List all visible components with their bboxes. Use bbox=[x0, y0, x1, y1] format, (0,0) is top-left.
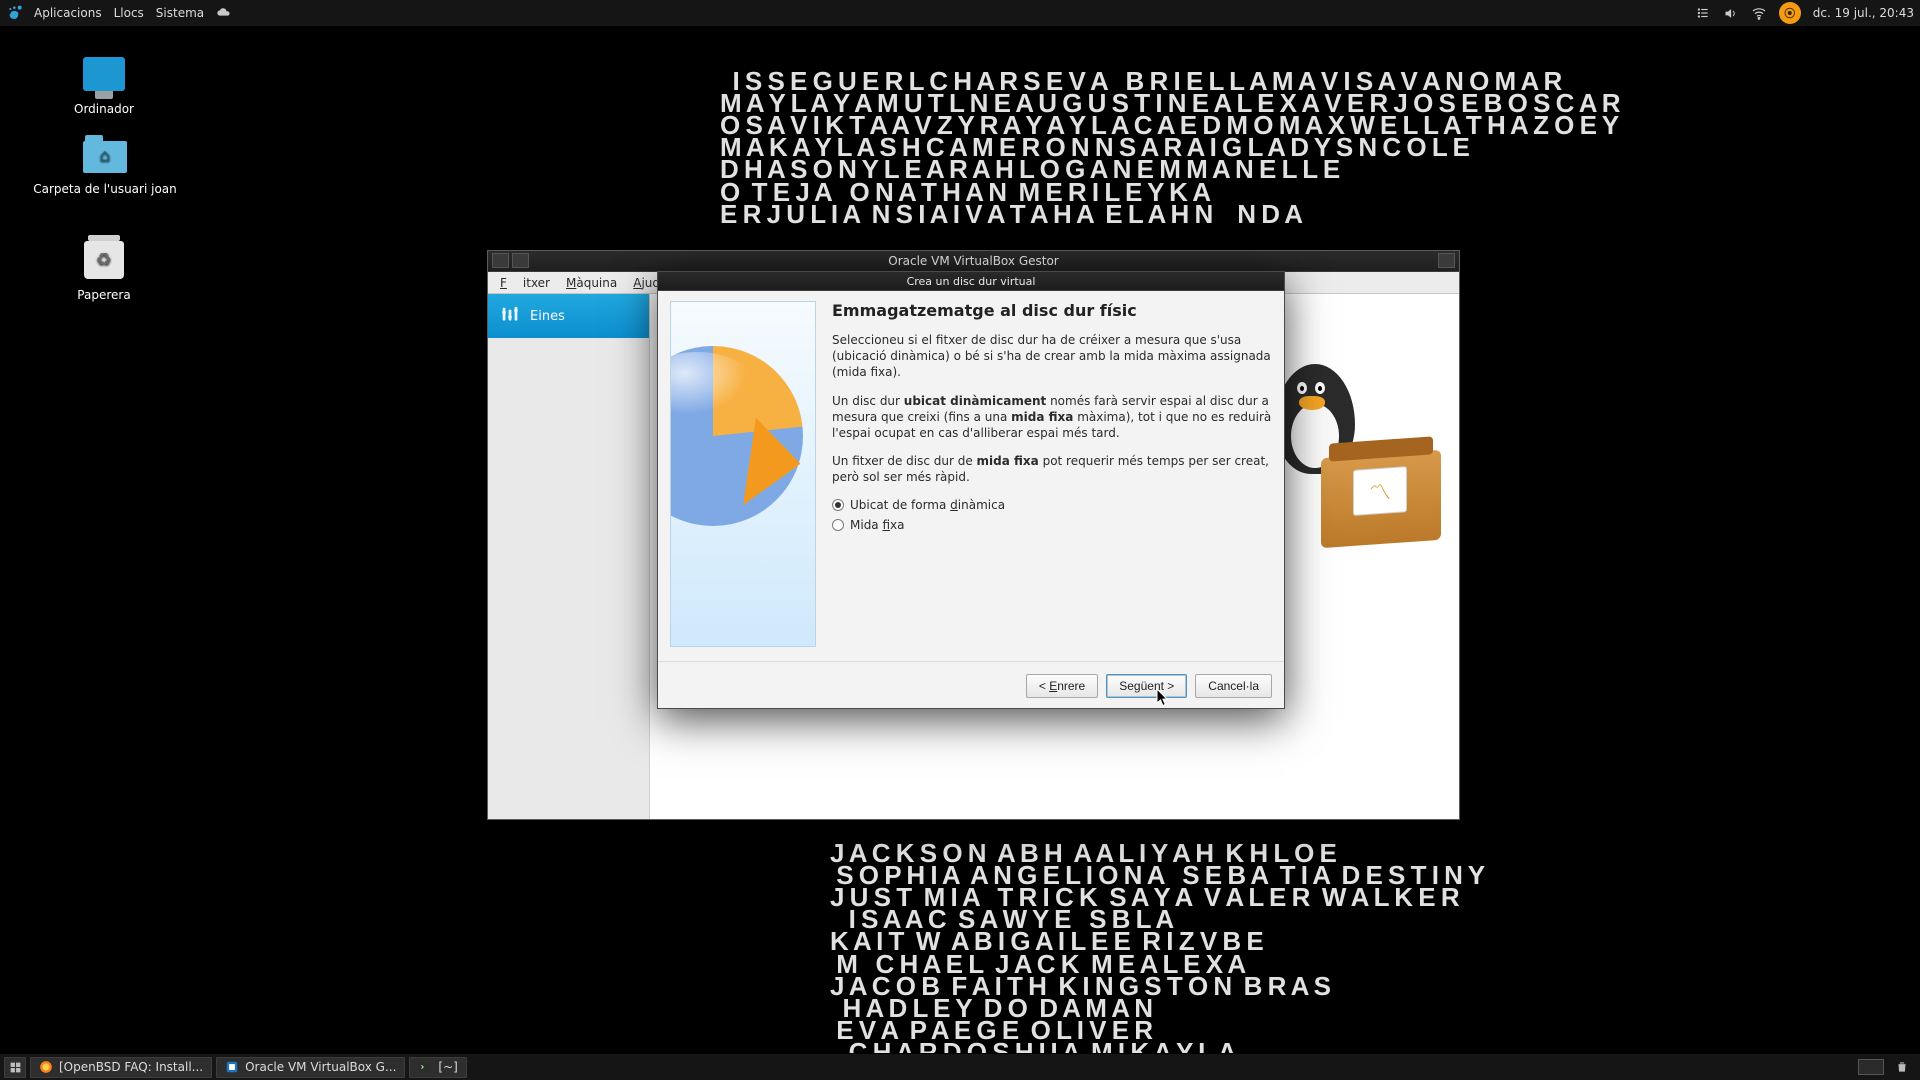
trash-icon: ♻ bbox=[84, 241, 124, 279]
menu-file[interactable]: Fitxer bbox=[492, 274, 558, 292]
radio-icon bbox=[832, 519, 844, 531]
tools-icon bbox=[498, 304, 522, 328]
desktop-icon-trash[interactable]: ♻ Paperera bbox=[44, 236, 164, 302]
wallpaper-text-bottom: J A C K S O N A B H A A L I Y A H K H L … bbox=[830, 820, 1484, 1063]
radio-dynamic[interactable]: Ubicat de forma dinàmica bbox=[832, 498, 1272, 512]
desktop-icon-home[interactable]: ⌂ Carpeta de l'usuari joan bbox=[30, 130, 180, 196]
wizard-illustration bbox=[670, 301, 816, 647]
sidebar-item-tools[interactable]: Eines bbox=[488, 294, 649, 338]
weather-tray-icon[interactable] bbox=[216, 5, 232, 21]
radio-fixed[interactable]: Mida fixa bbox=[832, 518, 1272, 532]
bottom-panel: [OpenBSD FAQ: Install... Oracle VM Virtu… bbox=[0, 1053, 1920, 1080]
volume-tray-icon[interactable] bbox=[1723, 5, 1739, 21]
chart-icon: 〽 bbox=[1353, 466, 1407, 516]
desktop-icon-label: Paperera bbox=[44, 288, 164, 302]
clock[interactable]: dc. 19 jul., 20:43 bbox=[1813, 6, 1914, 20]
wizard-heading: Emmagatzematge al disc dur físic bbox=[832, 301, 1272, 320]
wizard-paragraph: Seleccioneu si el fitxer de disc dur ha … bbox=[832, 332, 1272, 381]
dialog-title: Crea un disc dur virtual bbox=[907, 275, 1036, 288]
menu-applications[interactable]: Aplicacions bbox=[28, 4, 108, 22]
window-title: Oracle VM VirtualBox Gestor bbox=[888, 254, 1058, 268]
cancel-button[interactable]: Cancel·la bbox=[1195, 674, 1272, 698]
monitor-icon bbox=[83, 57, 125, 91]
workspace-switcher-icon[interactable] bbox=[1858, 1059, 1884, 1075]
taskbar-item-terminal[interactable]: [~] bbox=[409, 1057, 466, 1078]
next-button[interactable]: Següent > bbox=[1106, 674, 1187, 698]
window-close-button[interactable] bbox=[1438, 253, 1455, 268]
trash-tray-icon[interactable] bbox=[1894, 1059, 1910, 1075]
desktop-icon-computer[interactable]: Ordinador bbox=[44, 50, 164, 116]
radio-icon bbox=[832, 499, 844, 511]
gnome-logo-icon[interactable] bbox=[6, 4, 24, 22]
window-titlebar[interactable]: Oracle VM VirtualBox Gestor bbox=[488, 251, 1459, 272]
menu-places[interactable]: Llocs bbox=[108, 4, 150, 22]
wizard-paragraph: Un fitxer de disc dur de mida fixa pot r… bbox=[832, 453, 1272, 485]
wizard-content: Emmagatzematge al disc dur físic Selecci… bbox=[832, 301, 1272, 653]
tux-toolbox-illustration: 〽 bbox=[1261, 364, 1441, 544]
taskbar-item-virtualbox[interactable]: Oracle VM VirtualBox G... bbox=[216, 1057, 405, 1078]
top-panel: Aplicacions Llocs Sistema ⦿ dc. 19 jul.,… bbox=[0, 0, 1920, 27]
taskbar-item-label: [OpenBSD FAQ: Install... bbox=[59, 1060, 203, 1074]
user-avatar-icon[interactable]: ⦿ bbox=[1779, 2, 1801, 24]
firefox-icon bbox=[39, 1060, 53, 1074]
window-maximize-button[interactable] bbox=[512, 253, 529, 268]
wizard-paragraph: Un disc dur ubicat dinàmicament només fa… bbox=[832, 393, 1272, 442]
radio-label: Mida fixa bbox=[850, 518, 905, 532]
folder-home-icon: ⌂ bbox=[83, 141, 127, 173]
sidebar-item-label: Eines bbox=[530, 309, 565, 324]
indicator-menu-icon[interactable] bbox=[1695, 5, 1711, 21]
virtualbox-icon bbox=[225, 1060, 239, 1074]
menu-machine[interactable]: Màquina bbox=[558, 274, 625, 292]
desktop-icon-label: Carpeta de l'usuari joan bbox=[30, 182, 180, 196]
terminal-icon bbox=[418, 1060, 432, 1074]
wallpaper-text-top: I S S E G U E R L C H A R S E V A B R I … bbox=[720, 48, 1620, 225]
show-desktop-button[interactable] bbox=[4, 1057, 26, 1078]
create-disk-wizard-dialog: Crea un disc dur virtual Emmagatzematge … bbox=[657, 271, 1285, 709]
taskbar-item-label: [~] bbox=[438, 1060, 457, 1074]
menu-system[interactable]: Sistema bbox=[150, 4, 210, 22]
systray: ⦿ dc. 19 jul., 20:43 bbox=[1695, 2, 1914, 24]
network-tray-icon[interactable] bbox=[1751, 5, 1767, 21]
desktop-icon-label: Ordinador bbox=[44, 102, 164, 116]
taskbar-item-label: Oracle VM VirtualBox G... bbox=[245, 1060, 396, 1074]
vm-sidebar: Eines bbox=[488, 294, 650, 819]
radio-label: Ubicat de forma dinàmica bbox=[850, 498, 1005, 512]
window-minimize-button[interactable] bbox=[492, 253, 509, 268]
wizard-button-bar: < Enrere Següent > Cancel·la bbox=[658, 661, 1284, 709]
back-button[interactable]: < Enrere bbox=[1026, 674, 1098, 698]
bottom-tray bbox=[1858, 1059, 1916, 1075]
taskbar-item-browser[interactable]: [OpenBSD FAQ: Install... bbox=[30, 1057, 212, 1078]
dialog-titlebar[interactable]: Crea un disc dur virtual bbox=[658, 272, 1284, 291]
